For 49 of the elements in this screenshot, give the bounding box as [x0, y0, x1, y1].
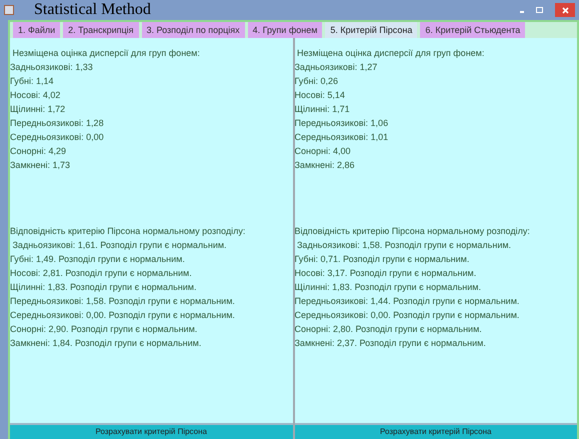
tab[interactable]: 3. Розподіл по порціях — [142, 22, 245, 38]
result-line: Носові: 2,81. Розподіл групи є нормальним. — [10, 267, 192, 280]
result-line: Сонорні: 4,00 — [294, 145, 350, 158]
result-line: Сонорні: 4,29 — [10, 145, 66, 158]
result-line: Середньоязикові: 0,00. Розподіл групи є нормальним. — [294, 309, 520, 322]
result-line: Передньоязикові: 1,44. Розподіл групи є нормальним. — [294, 295, 520, 308]
result-line: Щілинні: 1,83. Розподіл групи є нормальним. — [294, 281, 481, 294]
close-icon — [562, 6, 568, 14]
result-line: Відповідність критерію Пірсона нормальному розподілу: — [10, 225, 246, 238]
result-line: Сонорні: 2,80. Розподіл групи є нормальним. — [294, 323, 482, 336]
close-button[interactable] — [555, 3, 575, 17]
result-line: Замкнені: 1,84. Розподіл групи є нормальним. — [10, 337, 202, 350]
result-line: Задньоязикові: 1,61. Розподіл групи є нормальним. — [12, 239, 227, 252]
result-line: Губні: 0,26 — [294, 75, 338, 88]
result-line: Задньоязикові: 1,27 — [294, 61, 378, 74]
result-line: Середньоязикові: 0,00 — [10, 131, 104, 144]
result-line: Замкнені: 2,86 — [294, 159, 355, 172]
result-line: Носові: 3,17. Розподіл групи є нормальним. — [294, 267, 476, 280]
result-line: Задньоязикові: 1,33 — [10, 61, 93, 74]
result-line: Відповідність критерію Пірсона нормальному розподілу: — [294, 225, 530, 238]
app-icon — [4, 5, 14, 15]
tab[interactable]: 1. Файли — [13, 22, 60, 38]
tab[interactable]: 5. Критерій Пірсона — [325, 22, 418, 38]
result-line: Щілинні: 1,83. Розподіл групи є нормальним. — [10, 281, 196, 294]
result-line: Середньоязикові: 0,00. Розподіл групи є нормальним. — [10, 309, 235, 322]
result-line: Замкнені: 2,37. Розподіл групи є нормальним. — [294, 337, 486, 350]
tab[interactable]: 6. Критерій Стьюдента — [420, 22, 526, 38]
result-line: Носові: 4,02 — [10, 89, 60, 102]
result-line: Незміщена оцінка дисперсії для груп фонем: — [12, 47, 200, 60]
calculate-button[interactable]: Розрахувати критерій Пірсона — [10, 423, 292, 439]
result-line: Замкнені: 1,73 — [10, 159, 70, 172]
result-line: Незміщена оцінка дисперсії для груп фонем: — [296, 47, 484, 60]
calculate-button[interactable]: Розрахувати критерій Пірсона — [294, 423, 577, 439]
result-line: Передньоязикові: 1,58. Розподіл групи є нормальним. — [10, 295, 235, 308]
result-line: Передньоязикові: 1,06 — [294, 117, 388, 130]
result-line: Сонорні: 2,90. Розподіл групи є нормальним. — [10, 323, 198, 336]
result-line: Щілинні: 1,71 — [294, 103, 350, 116]
result-line: Передньоязикові: 1,28 — [10, 117, 104, 130]
tab[interactable]: 4. Групи фонем — [248, 22, 322, 38]
tab[interactable]: 2. Транскрипція — [63, 22, 139, 38]
maximize-icon[interactable] — [536, 7, 543, 13]
result-line: Носові: 5,14 — [294, 89, 345, 102]
window-title: Statistical Method — [34, 1, 151, 19]
result-line: Задньоязикові: 1,58. Розподіл групи є нормальним. — [296, 239, 512, 252]
result-line: Губні: 0,71. Розподіл групи є нормальним. — [294, 253, 470, 266]
result-line: Середньоязикові: 1,01 — [294, 131, 388, 144]
result-line: Губні: 1,14 — [10, 75, 54, 88]
result-line: Губні: 1,49. Розподіл групи є нормальним. — [10, 253, 185, 266]
result-line: Щілинні: 1,72 — [10, 103, 66, 116]
